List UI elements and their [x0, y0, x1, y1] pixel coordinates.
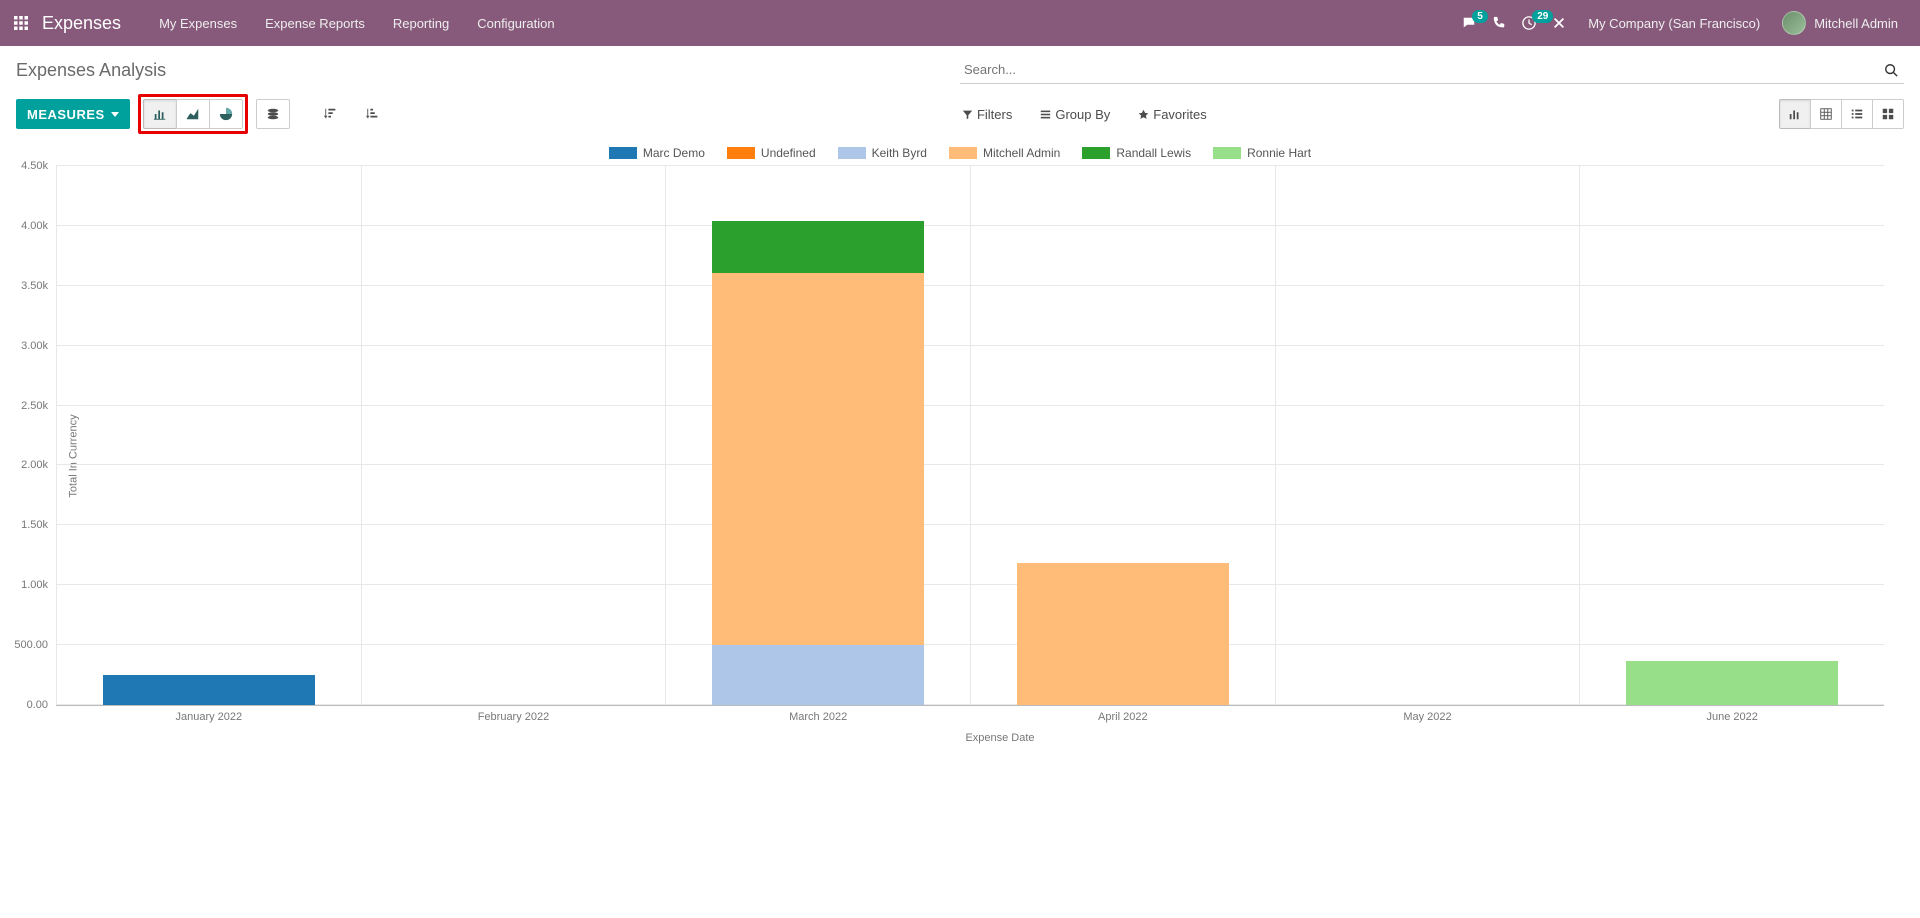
line-chart-button[interactable]: [176, 99, 210, 129]
stacked-button[interactable]: [256, 99, 290, 129]
legend-swatch: [1213, 147, 1241, 159]
list-view-button[interactable]: [1841, 99, 1873, 129]
x-category: June 2022: [1579, 166, 1884, 705]
groupby-label: Group By: [1055, 107, 1110, 122]
y-tick-label: 4.00k: [21, 220, 56, 232]
y-tick-label: 1.50k: [21, 519, 56, 531]
favorites-dropdown[interactable]: Favorites: [1128, 101, 1216, 128]
chart-plot: 0.00500.001.00k1.50k2.00k2.50k3.00k3.50k…: [56, 166, 1884, 706]
x-category: March 2022: [665, 166, 970, 705]
plot-container: Total In Currency 0.00500.001.00k1.50k2.…: [56, 166, 1920, 746]
x-tick-label: April 2022: [971, 705, 1275, 723]
activities-icon[interactable]: 29: [1522, 16, 1536, 30]
legend-label: Randall Lewis: [1116, 146, 1191, 160]
user-menu[interactable]: Mitchell Admin: [1782, 11, 1898, 35]
close-icon[interactable]: [1552, 16, 1566, 30]
kanban-view-button[interactable]: [1872, 99, 1904, 129]
legend-swatch: [838, 147, 866, 159]
legend-swatch: [727, 147, 755, 159]
y-tick-label: 3.50k: [21, 280, 56, 292]
y-tick-label: 4.50k: [21, 160, 56, 172]
toolbar: MEASURES Filters Group By: [0, 88, 1920, 146]
messages-badge: 5: [1472, 10, 1488, 23]
chart-area: Marc Demo Undefined Keith Byrd Mitchell Adm…: [0, 146, 1920, 746]
favorites-label: Favorites: [1153, 107, 1206, 122]
bar-segment[interactable]: [103, 675, 316, 705]
bar-segment[interactable]: [1626, 661, 1839, 705]
view-switcher: [1779, 99, 1904, 129]
filters-dropdown[interactable]: Filters: [952, 101, 1022, 128]
legend-label: Mitchell Admin: [983, 146, 1060, 160]
legend-swatch: [949, 147, 977, 159]
bar-segment[interactable]: [712, 645, 925, 705]
bar-stack: [1626, 661, 1839, 705]
pie-chart-button[interactable]: [209, 99, 243, 129]
x-category: April 2022: [970, 166, 1275, 705]
x-tick-label: May 2022: [1276, 705, 1580, 723]
sort-desc-button[interactable]: [314, 99, 348, 129]
user-name: Mitchell Admin: [1814, 16, 1898, 31]
activities-badge: 29: [1532, 10, 1553, 23]
avatar: [1782, 11, 1806, 35]
sort-asc-button[interactable]: [356, 99, 390, 129]
brand-title[interactable]: Expenses: [42, 13, 121, 34]
top-navbar: Expenses My Expenses Expense Reports Rep…: [0, 0, 1920, 46]
bar-chart-button[interactable]: [143, 99, 177, 129]
nav-link-configuration[interactable]: Configuration: [463, 0, 568, 46]
measures-label: MEASURES: [27, 107, 105, 122]
legend-item[interactable]: Marc Demo: [609, 146, 705, 160]
bar-segment[interactable]: [712, 221, 925, 273]
bar-stack: [103, 675, 316, 705]
x-category: February 2022: [361, 166, 666, 705]
page-title: Expenses Analysis: [16, 60, 166, 81]
title-row: Expenses Analysis: [0, 46, 1920, 88]
x-category: May 2022: [1275, 166, 1580, 705]
bar-stack: [712, 221, 925, 705]
messages-icon[interactable]: 5: [1462, 16, 1476, 30]
legend-label: Keith Byrd: [872, 146, 927, 160]
nav-link-reporting[interactable]: Reporting: [379, 0, 463, 46]
nav-link-expense-reports[interactable]: Expense Reports: [251, 0, 379, 46]
legend-label: Ronnie Hart: [1247, 146, 1311, 160]
pivot-view-button[interactable]: [1810, 99, 1842, 129]
bar-segment[interactable]: [712, 273, 925, 645]
x-tick-label: June 2022: [1580, 705, 1884, 723]
legend-item[interactable]: Mitchell Admin: [949, 146, 1060, 160]
x-tick-label: February 2022: [362, 705, 666, 723]
apps-icon[interactable]: [14, 16, 28, 30]
x-category: January 2022: [56, 166, 361, 705]
search-icon[interactable]: [1878, 63, 1904, 77]
legend-item[interactable]: Keith Byrd: [838, 146, 927, 160]
chart-type-highlight: [138, 94, 248, 134]
search-bar: [960, 56, 1904, 84]
y-tick-label: 2.50k: [21, 400, 56, 412]
phone-icon[interactable]: [1492, 16, 1506, 30]
y-tick-label: 0.00: [27, 699, 56, 711]
chart-legend: Marc Demo Undefined Keith Byrd Mitchell Adm…: [16, 146, 1904, 160]
legend-item[interactable]: Randall Lewis: [1082, 146, 1191, 160]
legend-swatch: [1082, 147, 1110, 159]
x-tick-label: March 2022: [666, 705, 970, 723]
caret-down-icon: [111, 112, 119, 117]
y-tick-label: 3.00k: [21, 340, 56, 352]
x-tick-label: January 2022: [57, 705, 361, 723]
y-tick-label: 1.00k: [21, 579, 56, 591]
x-axis-title: Expense Date: [56, 732, 1920, 744]
company-switcher[interactable]: My Company (San Francisco): [1588, 16, 1760, 31]
legend-label: Undefined: [761, 146, 816, 160]
legend-swatch: [609, 147, 637, 159]
measures-dropdown[interactable]: MEASURES: [16, 99, 130, 129]
bar-stack: [1017, 563, 1230, 705]
y-tick-label: 2.00k: [21, 459, 56, 471]
graph-view-button[interactable]: [1779, 99, 1811, 129]
bar-segment[interactable]: [1017, 563, 1230, 705]
filters-label: Filters: [977, 107, 1012, 122]
legend-label: Marc Demo: [643, 146, 705, 160]
y-tick-label: 500.00: [14, 639, 56, 651]
legend-item[interactable]: Undefined: [727, 146, 816, 160]
legend-item[interactable]: Ronnie Hart: [1213, 146, 1311, 160]
nav-link-my-expenses[interactable]: My Expenses: [145, 0, 251, 46]
search-input[interactable]: [960, 56, 1878, 83]
groupby-dropdown[interactable]: Group By: [1030, 101, 1120, 128]
